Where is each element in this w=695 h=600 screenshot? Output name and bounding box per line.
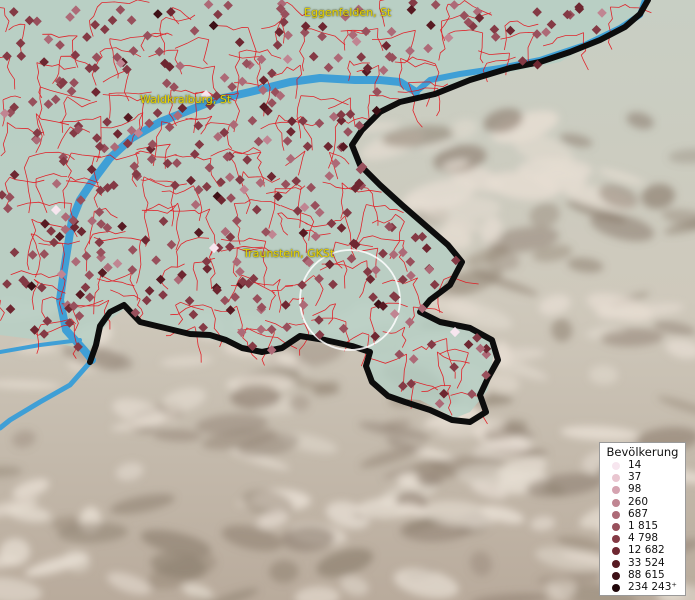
legend-swatch — [612, 462, 620, 470]
legend-swatch — [612, 559, 620, 568]
legend-swatch — [612, 547, 620, 556]
legend-label: 4 798 — [628, 532, 659, 545]
legend-label: 687 — [628, 507, 649, 520]
legend-label: 98 — [628, 483, 642, 496]
place-label-eggenfelden[interactable]: Eggenfelden, St — [304, 6, 391, 19]
legend-swatch — [612, 583, 620, 592]
place-label-waldkraiburg[interactable]: Waldkraiburg, St — [140, 93, 231, 106]
legend-swatch — [612, 522, 620, 531]
legend-swatch — [612, 486, 620, 495]
population-legend: Bevölkerung 14 37 98 260 687 1 815 4 798 12 682… — [599, 442, 686, 596]
legend-swatch — [612, 498, 620, 507]
legend-label: 37 — [628, 471, 642, 484]
legend-swatch — [612, 474, 620, 483]
legend-label: 33 524 — [628, 556, 665, 569]
population-map[interactable] — [0, 0, 695, 600]
legend-item: 37 — [600, 471, 685, 484]
legend-swatch — [612, 535, 620, 544]
legend-item: 14 — [600, 459, 685, 472]
place-label-traunstein[interactable]: Traunstein, GKSt — [243, 247, 334, 260]
legend-swatch — [612, 571, 620, 580]
legend-label: 88 615 — [628, 568, 665, 581]
legend-label: 260 — [628, 495, 649, 508]
legend-label: 1 815 — [628, 519, 659, 532]
legend-swatch — [612, 510, 620, 519]
legend-label: 12 682 — [628, 544, 665, 557]
legend-label: 234 243⁺ — [628, 580, 677, 593]
legend-title: Bevölkerung — [606, 445, 679, 459]
legend-label: 14 — [628, 459, 642, 471]
legend-item: 234 243⁺ — [600, 580, 685, 594]
